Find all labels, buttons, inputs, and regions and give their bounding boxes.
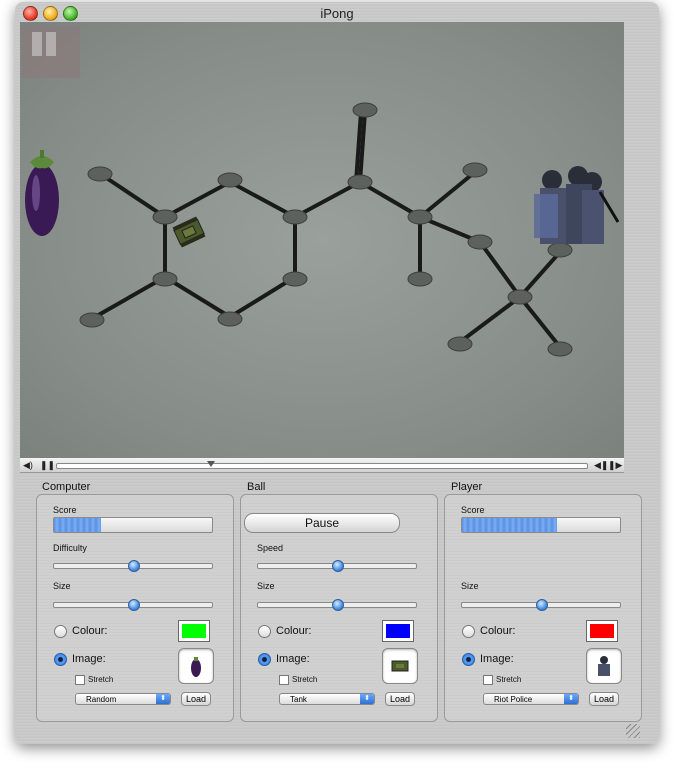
player-colour-swatch[interactable] [586, 620, 618, 642]
window-title: iPong [320, 6, 354, 21]
player-load-button[interactable]: Load [589, 692, 619, 706]
player-score-bar [461, 517, 621, 533]
popup-value: Random [86, 695, 117, 704]
player-stretch-checkbox[interactable] [483, 675, 493, 685]
resize-grip-icon[interactable] [626, 724, 640, 738]
popup-value: Tank [290, 695, 307, 704]
ball-load-button[interactable]: Load [385, 692, 415, 706]
ball-image-label: Image: [276, 653, 310, 665]
step-forward-icon[interactable]: ❚▶ [608, 459, 622, 471]
player-section-title: Player [451, 481, 483, 493]
pause-button[interactable]: Pause [244, 513, 400, 533]
slider-knob[interactable] [128, 599, 140, 611]
computer-colour-radio[interactable] [54, 625, 67, 638]
popup-arrows-icon: ⬍ [360, 694, 374, 704]
ball-stretch-checkbox[interactable] [279, 675, 289, 685]
computer-stretch-checkbox[interactable] [75, 675, 85, 685]
slider-knob[interactable] [536, 599, 548, 611]
player-image-well[interactable] [586, 648, 622, 684]
player-colour-radio[interactable] [462, 625, 475, 638]
player-score-label: Score [461, 505, 485, 515]
slider-knob[interactable] [332, 560, 344, 572]
slider-knob[interactable] [332, 599, 344, 611]
computer-image-well[interactable] [178, 648, 214, 684]
game-area[interactable] [20, 22, 624, 458]
ball-size-slider[interactable] [257, 599, 417, 611]
computer-difficulty-slider[interactable] [53, 560, 213, 572]
ball-colour-radio[interactable] [258, 625, 271, 638]
computer-score-label: Score [53, 505, 77, 515]
scrubber-track[interactable] [56, 461, 588, 469]
tank-icon [391, 660, 409, 672]
title-bar[interactable]: iPong [15, 2, 659, 24]
slider-knob[interactable] [128, 560, 140, 572]
computer-image-popup[interactable]: Random ⬍ [75, 693, 171, 705]
player-image-popup[interactable]: Riot Police ⬍ [483, 693, 579, 705]
player-size-label: Size [461, 581, 479, 591]
player-image-label: Image: [480, 653, 514, 665]
ball-size-label: Size [257, 581, 275, 591]
playhead[interactable] [207, 461, 215, 467]
ball-speed-slider[interactable] [257, 560, 417, 572]
popup-arrows-icon: ⬍ [156, 694, 170, 704]
riot-police-paddle [534, 166, 620, 244]
computer-score-bar [53, 517, 213, 533]
pause-icon[interactable]: ❚❚ [40, 459, 55, 471]
movie-controller: ◀) ❚❚ ◀❚ ❚▶ [20, 458, 624, 473]
ball-colour-swatch[interactable] [382, 620, 414, 642]
step-back-icon[interactable]: ◀❚ [594, 459, 608, 471]
ball-speed-label: Speed [257, 543, 284, 553]
watermark-logo [22, 26, 80, 78]
riot-police-icon [598, 656, 610, 676]
computer-size-label: Size [53, 581, 71, 591]
ball-image-radio[interactable] [258, 653, 271, 666]
eggplant-icon [191, 657, 201, 677]
ball-colour-label: Colour: [276, 625, 312, 637]
ball-section-title: Ball [247, 481, 266, 493]
player-colour-label: Colour: [480, 625, 516, 637]
player-stretch-label: Stretch [496, 675, 522, 684]
popup-value: Riot Police [494, 695, 533, 704]
computer-size-slider[interactable] [53, 599, 213, 611]
ball-stretch-label: Stretch [292, 675, 318, 684]
speaker-icon[interactable]: ◀) [23, 459, 33, 471]
computer-colour-label: Colour: [72, 625, 108, 637]
ball-image-popup[interactable]: Tank ⬍ [279, 693, 375, 705]
player-size-slider[interactable] [461, 599, 621, 611]
eggplant-paddle [25, 150, 59, 236]
computer-colour-swatch[interactable] [178, 620, 210, 642]
popup-arrows-icon: ⬍ [564, 694, 578, 704]
ball-image-well[interactable] [382, 648, 418, 684]
computer-difficulty-label: Difficulty [53, 543, 87, 553]
computer-stretch-label: Stretch [88, 675, 114, 684]
player-image-radio[interactable] [462, 653, 475, 666]
computer-section-title: Computer [42, 481, 91, 493]
computer-image-label: Image: [72, 653, 106, 665]
computer-load-button[interactable]: Load [181, 692, 211, 706]
computer-image-radio[interactable] [54, 653, 67, 666]
